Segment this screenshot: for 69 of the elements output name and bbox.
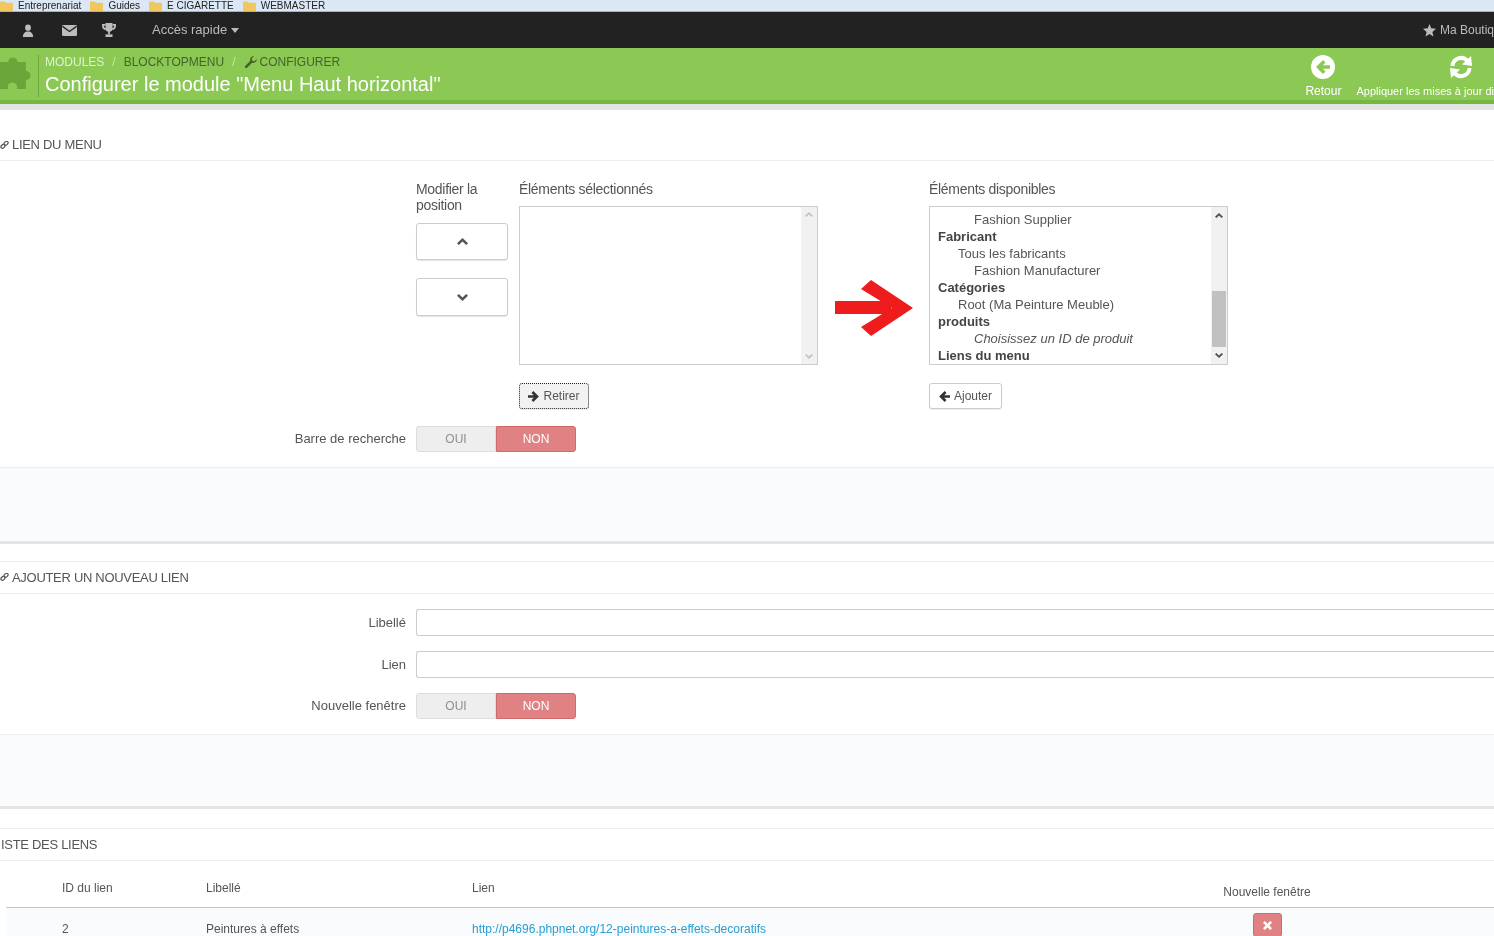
input-field[interactable] (416, 651, 1494, 678)
user-icon[interactable] (22, 23, 34, 37)
chevron-up-icon (456, 238, 468, 245)
list-group-label: produits (937, 313, 991, 330)
refresh-icon (1448, 55, 1475, 79)
move-up-button[interactable] (416, 223, 508, 260)
folder-icon (0, 0, 13, 11)
list-group-label: Catégories (937, 279, 1007, 296)
scroll-up-icon (805, 212, 813, 217)
arrow-right-icon (528, 390, 540, 402)
table-row[interactable]: 2 Peintures à effets http://p4696.phpnet.org/12-peintures-a-effets-decoratifs (6, 908, 1494, 936)
scroll-down-icon (805, 354, 813, 359)
trophy-icon[interactable] (102, 23, 116, 37)
available-items-list[interactable]: Fashion Supplier Fabricant Tous les fabricants Fashion Manufacturer Catégories Root (Ma Peinture Meuble) produits Choisissez un ID de produit Liens du menu (929, 206, 1228, 365)
bookmark-link[interactable]: Entreprenariat (0, 0, 82, 11)
scroll-down-icon (1215, 353, 1223, 358)
move-down-button[interactable] (416, 278, 508, 316)
input-field[interactable] (416, 609, 1494, 636)
list-option[interactable]: Fashion Manufacturer (930, 262, 1211, 279)
list-option[interactable]: Fashion Supplier (930, 211, 1211, 228)
breadcrumb-item: BLOCKTOPMENU (123, 55, 225, 69)
scrollbar-thumb[interactable] (1212, 291, 1226, 347)
column-header: Nouvelle fenêtre (1223, 885, 1311, 899)
page-title: Configurer le module "Menu Haut horizontal" (45, 72, 441, 97)
panel-heading: LIEN DU MENU (12, 136, 102, 155)
breadcrumb-separator: / (232, 55, 236, 69)
remove-button[interactable]: Retirer (519, 383, 589, 409)
panel-heading: AJOUTER UN NOUVEAU LIEN (12, 568, 189, 587)
folder-icon (149, 0, 163, 11)
caret-icon (231, 27, 240, 33)
column-header: Libellé (206, 881, 241, 895)
column-label: Éléments disponibles (929, 181, 1057, 197)
add-button[interactable]: Ajouter (929, 383, 1002, 409)
column-label: Éléments sélectionnés (519, 181, 654, 197)
column-header: Lien (472, 881, 495, 895)
list-group-label: Fabricant (937, 228, 998, 245)
list-option[interactable]: Tous les fabricants (930, 245, 1211, 262)
shop-link[interactable]: Ma Boutiq (1422, 21, 1494, 39)
folder-icon (90, 0, 104, 11)
field-label: Nouvelle fenêtre (311, 697, 406, 716)
chevron-down-icon (456, 293, 468, 301)
breadcrumb-item: CONFIGURER (243, 55, 341, 69)
column-label: Modifier la position (416, 181, 479, 213)
field-label: Lien (381, 655, 406, 674)
field-label: Libellé (368, 613, 406, 632)
wrench-icon (243, 55, 257, 69)
bookmark-link[interactable]: Guides (90, 0, 141, 11)
list-option[interactable]: Choisissez un ID de produit (930, 330, 1211, 347)
envelope-icon[interactable] (62, 24, 77, 36)
new-window-status-button[interactable] (1252, 913, 1282, 936)
bookmark-link[interactable]: E CIGARETTE (149, 0, 234, 11)
link-icon (0, 573, 9, 582)
list-group-label: Liens du menu (937, 347, 1031, 364)
field-label: Barre de recherche (294, 430, 406, 449)
scroll-up-icon (1215, 213, 1223, 218)
close-icon (1262, 920, 1272, 930)
breadcrumb-separator: / (112, 55, 116, 69)
table-cell: 2 (62, 922, 69, 936)
folder-icon (242, 0, 256, 11)
link-icon (0, 140, 9, 150)
arrow-left-icon (939, 390, 950, 402)
panel-heading: ISTE DES LIENS (1, 835, 98, 854)
selected-items-list[interactable] (519, 206, 818, 365)
quick-access-menu[interactable]: Accès rapide (152, 20, 240, 40)
column-header: ID du lien (62, 881, 113, 895)
star-icon (1422, 23, 1436, 37)
list-option[interactable]: Root (Ma Peinture Meuble) (930, 296, 1211, 313)
table-cell: Peintures à effets (206, 922, 300, 936)
bookmark-link[interactable]: WEBMASTER (242, 0, 326, 11)
